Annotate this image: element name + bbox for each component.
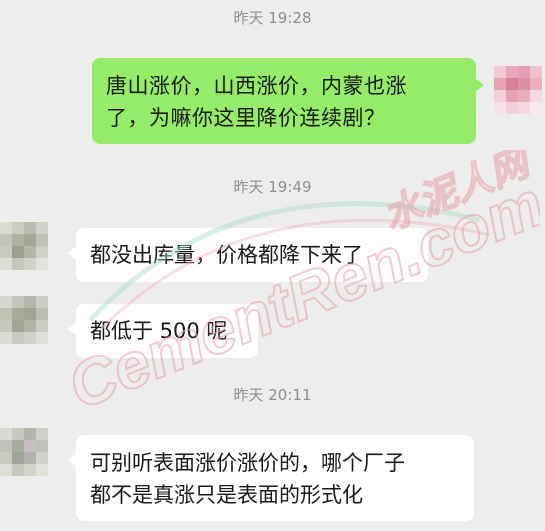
message-timestamp: 昨天 19:49 — [233, 178, 312, 196]
self-avatar[interactable] — [494, 66, 544, 116]
message-timestamp: 昨天 19:28 — [233, 9, 312, 27]
incoming-message-bubble[interactable]: 都没出库量，价格都降下来了 — [68, 228, 428, 282]
incoming-message-bubble[interactable]: 都低于 500 呢 — [68, 304, 258, 358]
contact-avatar[interactable] — [0, 296, 50, 346]
incoming-message-bubble[interactable]: 可别听表面涨价涨价的，哪个厂子 都不是真涨只是表面的形式化 — [68, 435, 474, 521]
contact-avatar[interactable] — [0, 428, 50, 478]
message-timestamp: 昨天 20:11 — [233, 386, 312, 404]
outgoing-message-bubble[interactable]: 唐山涨价，山西涨价，内蒙也涨 了，为嘛你这里降价连续剧？ — [92, 58, 484, 144]
contact-avatar[interactable] — [0, 222, 50, 272]
chat-view: 昨天 19:28 唐山涨价，山西涨价，内蒙也涨 了，为嘛你这里降价连续剧？ 昨天… — [0, 0, 545, 531]
